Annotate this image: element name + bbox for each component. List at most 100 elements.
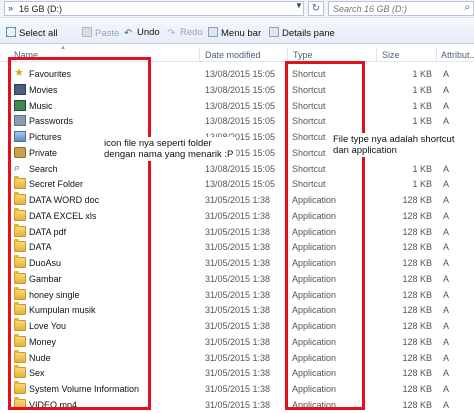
file-size: 128 KB [402,368,432,379]
file-date-modified: 13/08/2015 15:05 [205,69,276,79]
file-size: 128 KB [402,289,432,300]
file-attributes: A [443,352,450,363]
refresh-button[interactable]: ↻ [308,1,324,16]
file-date-modified: 13/08/2015 15:05 [205,100,276,111]
column-divider[interactable] [199,47,200,61]
file-attributes: A [443,100,450,111]
toolbar: Select all Paste ↶ Undo ↷ Redo Menu bar De… [0,19,474,44]
file-date-modified: 13/08/2015 15:05 [205,163,276,174]
file-date-modified: 31/05/2015 1:38 [205,195,271,205]
file-date-modified: 31/05/2015 1:38 [205,336,271,347]
file-attributes: A [443,69,450,79]
address-field[interactable]: » 16 GB (D:) [4,1,304,16]
file-date-modified: 31/05/2015 1:38 [205,273,271,284]
undo-button[interactable]: ↶ Undo [124,27,160,39]
file-attributes: A [443,195,450,205]
select-all-label: Select all [19,28,58,39]
file-date-modified: 31/05/2015 1:38 [205,321,271,331]
file-size: 128 KB [402,195,432,205]
redo-icon: ↷ [167,28,176,39]
note-line: dan application [333,145,397,156]
note-line: icon file nya seperti folder [104,138,212,149]
file-attributes: A [443,210,450,221]
file-size: 128 KB [402,384,432,394]
file-size: 128 KB [402,336,432,347]
file-date-modified: 31/05/2015 1:38 [205,352,271,363]
column-divider[interactable] [376,47,377,61]
file-date-modified: 31/05/2015 1:38 [205,399,271,410]
file-size: 128 KB [402,210,432,221]
file-attributes: A [443,163,450,174]
chevron-down-icon[interactable]: ▼ [295,1,303,10]
note-icon-description: icon file nya seperti folder dengan nama… [101,137,237,161]
column-size[interactable]: Size [382,50,400,60]
file-attributes: A [443,305,450,316]
file-date-modified: 31/05/2015 1:38 [205,226,271,237]
search-box[interactable]: ⌕ [328,1,474,16]
file-attributes: A [443,336,450,347]
search-icon[interactable]: ⌕ [464,2,470,13]
file-size: 128 KB [402,399,432,410]
menu-bar-button[interactable]: Menu bar [208,27,261,39]
column-type[interactable]: Type [293,50,313,60]
file-size: 1 KB [412,179,432,190]
file-attributes: A [443,226,450,237]
file-date-modified: 13/08/2015 15:05 [205,84,276,95]
file-attributes: A [443,384,450,394]
paste-button[interactable]: Paste [82,27,119,39]
select-all-icon [6,27,16,37]
file-attributes: A [443,289,450,300]
type-column-highlight [285,61,365,410]
file-attributes: A [443,116,450,127]
file-date-modified: 13/08/2015 15:05 [205,179,276,190]
file-attributes: A [443,242,450,253]
file-attributes: A [443,273,450,284]
search-input[interactable] [329,2,449,15]
file-size: 128 KB [402,273,432,284]
address-path: 16 GB (D:) [19,4,63,14]
sort-ascending-icon: ▲ [60,45,66,51]
column-date-modified[interactable]: Date modified [205,50,261,60]
file-size: 128 KB [402,305,432,316]
file-size: 1 KB [412,163,432,174]
menu-bar-icon [208,27,218,37]
redo-button[interactable]: ↷ Redo [167,27,203,39]
redo-label: Redo [180,27,203,38]
details-pane-button[interactable]: Details pane [269,27,335,39]
note-file-type: File type nya adalah shortcut dan applic… [330,133,458,157]
column-attributes[interactable]: Attribut... [441,50,474,60]
file-size: 128 KB [402,352,432,363]
file-attributes: A [443,321,450,331]
file-date-modified: 31/05/2015 1:38 [205,210,271,221]
file-date-modified: 31/05/2015 1:38 [205,368,271,379]
file-size: 1 KB [412,84,432,95]
file-attributes: A [443,399,450,410]
note-line: dengan nama yang menarik :P [104,149,234,160]
file-date-modified: 31/05/2015 1:38 [205,258,271,268]
file-size: 128 KB [402,258,432,268]
paste-label: Paste [95,28,120,39]
file-size: 1 KB [412,69,432,79]
file-size: 1 KB [412,116,432,127]
file-size: 128 KB [402,321,432,331]
file-size: 128 KB [402,242,432,253]
menu-bar-label: Menu bar [221,28,262,39]
file-attributes: A [443,258,450,268]
column-divider[interactable] [436,47,437,61]
file-attributes: A [443,84,450,95]
file-attributes: A [443,179,450,190]
select-all-button[interactable]: Select all [6,27,58,39]
file-attributes: A [443,368,450,379]
address-bar: » 16 GB (D:) ▼ ↻ ⌕ [0,0,474,18]
undo-label: Undo [137,27,160,38]
file-size: 1 KB [412,100,432,111]
column-divider[interactable] [287,47,288,61]
details-pane-icon [269,27,279,37]
name-column-highlight [8,57,151,410]
undo-icon: ↶ [124,28,133,39]
note-line: File type nya adalah shortcut [333,134,455,145]
details-pane-label: Details pane [282,28,335,39]
chevron-right-icon: » [8,3,14,13]
file-date-modified: 31/05/2015 1:38 [205,242,271,253]
paste-icon [82,27,92,37]
